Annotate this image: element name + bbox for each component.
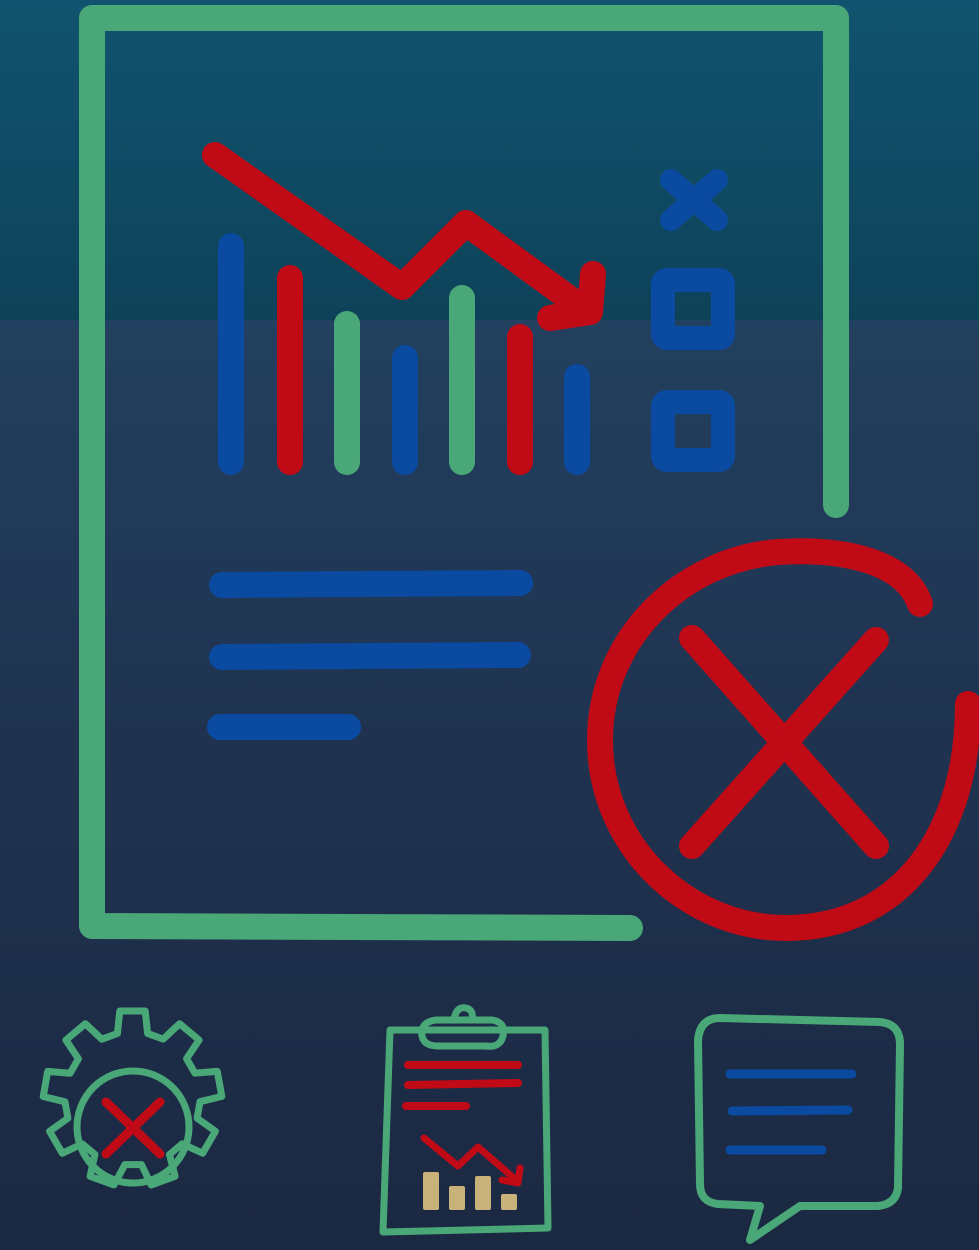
- document-text-lines: [207, 570, 533, 740]
- clipboard-report-icon: [379, 1004, 552, 1236]
- rejected-circle-x-icon: [587, 538, 979, 942]
- checklist-box-icon: [651, 390, 735, 472]
- speech-bubble-icon: [694, 1014, 904, 1244]
- speech-bubble-outline: [694, 1014, 904, 1244]
- illustration-canvas: [0, 0, 979, 1250]
- gear-outline: [39, 1007, 226, 1189]
- clipboard-bar: [501, 1194, 517, 1210]
- gear-error-icon: [39, 1007, 226, 1189]
- clipboard-bar: [423, 1172, 439, 1210]
- clipboard-bar: [475, 1176, 491, 1210]
- clipboard-board: [379, 1026, 552, 1236]
- checklist-x-icon: [660, 169, 728, 231]
- clipboard-bar: [449, 1186, 465, 1210]
- illustration-artwork: [39, 5, 979, 1244]
- declining-trend-icon: [202, 142, 606, 331]
- checklist-box-icon: [651, 268, 735, 350]
